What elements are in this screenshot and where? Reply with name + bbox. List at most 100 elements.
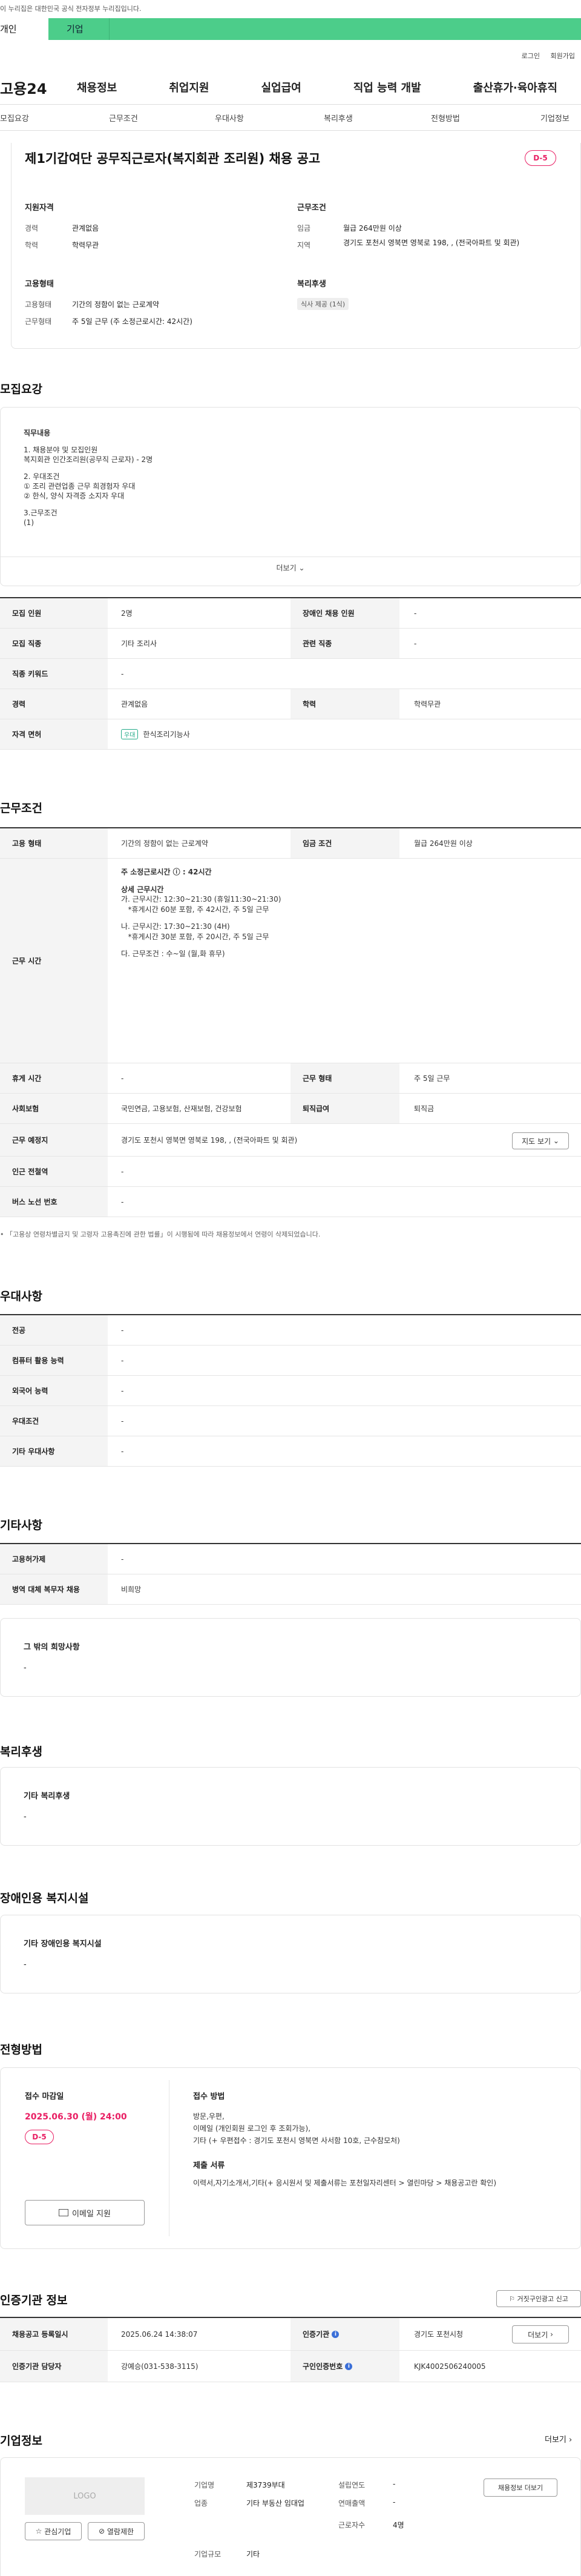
login-link[interactable]: 로그인 bbox=[522, 52, 540, 60]
section-subtabs: 모집요강 근무조건 우대사항 복리후생 전형방법 기업정보 bbox=[0, 105, 581, 131]
label: 컴퓨터 활용 능력 bbox=[0, 1346, 108, 1375]
favorite-company-button[interactable]: ☆ 관심기업 bbox=[25, 2522, 82, 2540]
row-career: 경력 관계없음 학력 학력무관 bbox=[0, 689, 581, 719]
map-view-button[interactable]: 지도 보기 ⌄ bbox=[512, 1132, 569, 1149]
join-link[interactable]: 회원가입 bbox=[551, 52, 575, 60]
value: 학력무관 bbox=[414, 700, 441, 708]
industry-value: 기타 부동산 임대업 bbox=[246, 2499, 304, 2508]
row-rest: 휴게 시간 - 근무 형태 주 5일 근무 bbox=[0, 1063, 581, 1094]
label: 근무 예정지 bbox=[0, 1124, 108, 1156]
company-card: LOGO ☆ 관심기업 ⊘ 열람제한 기업명 제3739부대 설립연도 - 업종… bbox=[0, 2457, 581, 2576]
value: - bbox=[121, 1356, 124, 1365]
label: 근무 시간 bbox=[0, 859, 108, 1063]
subtab-workcond[interactable]: 근무조건 bbox=[109, 112, 138, 124]
row-insurance: 사회보험 국민연금, 고용보험, 산재보험, 건강보험 퇴직급여 퇴직금 bbox=[0, 1094, 581, 1124]
text-line: 2. 우대조건 bbox=[24, 472, 60, 481]
tab-personal[interactable]: 개인 bbox=[0, 18, 48, 40]
recruit-text: 직무내용 1. 채용분야 및 모집인원 복지회관 인간조리원(공무직 근로자) - … bbox=[24, 428, 153, 527]
value: 관계없음 bbox=[121, 700, 148, 708]
work-type-label: 근무형태 bbox=[25, 317, 52, 326]
label: 관련 직종 bbox=[290, 629, 399, 658]
method-title: 접수 방법 bbox=[193, 2092, 225, 2101]
table-row: 우대조건 - bbox=[0, 1406, 581, 1436]
value: 강예승(031-538-3115) bbox=[121, 2362, 199, 2371]
chevron-down-icon: ⌄ bbox=[553, 1137, 559, 1145]
nav-job-training[interactable]: 직업 능력 개발 bbox=[353, 79, 421, 95]
nav-employment-support[interactable]: 취업지원 bbox=[169, 79, 209, 95]
company-section-title: 기업정보 bbox=[0, 2434, 42, 2448]
welfare-box-value: - bbox=[24, 1812, 27, 1821]
nav-unemployment-benefit[interactable]: 실업급여 bbox=[261, 79, 301, 95]
gov-banner: 이 누리집은 대한민국 공식 전자정부 누리집입니다. bbox=[0, 0, 581, 18]
global-nav: 고용24 채용정보 취업지원 실업급여 직업 능력 개발 출산휴가·육아휴직 bbox=[0, 70, 581, 105]
company-more-link[interactable]: 더보기 › bbox=[545, 2433, 572, 2445]
nav-jobs[interactable]: 채용정보 bbox=[77, 79, 117, 95]
value: 기간의 정함이 없는 근로계약 bbox=[121, 839, 208, 848]
process-box: 접수 마감일 2025.06.30 (월) 24:00 D-5 이메일 지원 접… bbox=[0, 2067, 581, 2249]
qual-title: 지원자격 bbox=[25, 203, 54, 213]
user-type-tabs: 개인 기업 bbox=[0, 18, 581, 40]
emp-type-label: 고용형태 bbox=[25, 300, 52, 309]
career-label: 경력 bbox=[25, 224, 39, 233]
value: 비희망 bbox=[121, 1585, 142, 1594]
label: 임금 조건 bbox=[290, 828, 399, 858]
year-label: 설립연도 bbox=[338, 2481, 366, 2489]
welfare-section-title: 복리후생 bbox=[0, 1745, 42, 1759]
disabled-box-title: 기타 장애인용 복지시설 bbox=[24, 1940, 102, 1949]
email-apply-button[interactable]: 이메일 지원 bbox=[25, 2200, 145, 2225]
label: 모집 직종 bbox=[0, 629, 108, 658]
chevron-down-icon: ⌄ bbox=[298, 564, 305, 572]
text-line: 주 소정근로시간 ⓘ : 42시간 bbox=[121, 868, 212, 876]
subtab-pref[interactable]: 우대사항 bbox=[215, 112, 244, 124]
disabled-section-title: 장애인용 복지시설 bbox=[0, 1892, 89, 1905]
value: - bbox=[121, 1554, 124, 1564]
label: 휴게 시간 bbox=[0, 1063, 108, 1093]
more-button[interactable]: 더보기 ⌄ bbox=[1, 563, 580, 573]
row-reg: 채용공고 등록일시 2025.06.24 14:38:07 인증기관 i 경기도… bbox=[0, 2318, 581, 2351]
text-line bbox=[121, 914, 281, 922]
utility-links: 로그인 회원가입 bbox=[0, 40, 581, 70]
text-line: 다. 근무조건 : 수~일 (월,화 휴무) bbox=[121, 949, 225, 958]
value: 2명 bbox=[121, 609, 133, 618]
label: 버스 노선 번호 bbox=[0, 1187, 108, 1217]
site-logo[interactable]: 고용24 bbox=[0, 77, 70, 98]
size-label: 기업규모 bbox=[194, 2550, 222, 2558]
block-view-button[interactable]: ⊘ 열람제한 bbox=[88, 2522, 145, 2540]
cond-title: 근무조건 bbox=[297, 203, 326, 213]
info-icon[interactable]: i bbox=[332, 2330, 340, 2338]
process-section-title: 전형방법 bbox=[0, 2043, 42, 2056]
sales-value: - bbox=[393, 2498, 396, 2506]
value: - bbox=[414, 639, 417, 648]
agency-more-button[interactable]: 더보기 › bbox=[512, 2325, 569, 2343]
row-subway: 인근 전철역 - bbox=[0, 1157, 581, 1187]
other-wish-box: 그 밖의 희망사항 - bbox=[0, 1618, 581, 1697]
job-title: 제1기갑여단 공무직근로자(복지회관 조리원) 채용 공고 bbox=[25, 151, 321, 166]
emp-type-value: 기간의 정함이 없는 근로계약 bbox=[72, 300, 159, 309]
value: - bbox=[121, 669, 124, 678]
subtab-process[interactable]: 전형방법 bbox=[431, 112, 460, 124]
subtab-welfare[interactable]: 복리후생 bbox=[324, 112, 353, 124]
subtab-recruit[interactable]: 모집요강 bbox=[0, 112, 29, 124]
row-emp: 고용 형태 기간의 정함이 없는 근로계약 임금 조건 월급 264만원 이상 bbox=[0, 828, 581, 859]
value: KJK4002506240005 bbox=[414, 2362, 486, 2371]
table-row: 전공 - bbox=[0, 1315, 581, 1346]
wage-value: 월급 264만원 이상 bbox=[343, 224, 402, 233]
nav-parental-leave[interactable]: 출산휴가·육아휴직 bbox=[473, 79, 557, 95]
region-value: 경기도 포천시 영북면 영북로 198, , (전국아파트 및 회관) bbox=[343, 239, 520, 247]
edu-value: 학력무관 bbox=[72, 241, 99, 249]
label: 경력 bbox=[0, 689, 108, 719]
deadline-value: 2025.06.30 (월) 24:00 bbox=[25, 2112, 127, 2122]
info-icon[interactable]: i bbox=[345, 2362, 353, 2370]
table-row: 기타 우대사항 - bbox=[0, 1436, 581, 1467]
block-icon: ⊘ bbox=[98, 2527, 105, 2535]
text-line: 3.근무조건 bbox=[24, 509, 57, 517]
wage-label: 임금 bbox=[297, 224, 311, 233]
deadline-label: 접수 마감일 bbox=[25, 2092, 64, 2101]
company-jobs-button[interactable]: 채용정보 더보기 bbox=[484, 2479, 557, 2497]
text-line: *휴게시간 30분 포함, 주 20시간, 주 5일 근무 bbox=[121, 932, 269, 941]
tab-company[interactable]: 기업 bbox=[48, 18, 110, 40]
text-line: 복지회관 인간조리원(공무직 근로자) - 2명 bbox=[24, 455, 153, 464]
report-fake-ad-button[interactable]: ⚐ 거짓구인광고 신고 bbox=[496, 2290, 581, 2307]
row-keyword: 직종 키워드 - bbox=[0, 659, 581, 689]
subtab-company[interactable]: 기업정보 bbox=[540, 112, 570, 124]
